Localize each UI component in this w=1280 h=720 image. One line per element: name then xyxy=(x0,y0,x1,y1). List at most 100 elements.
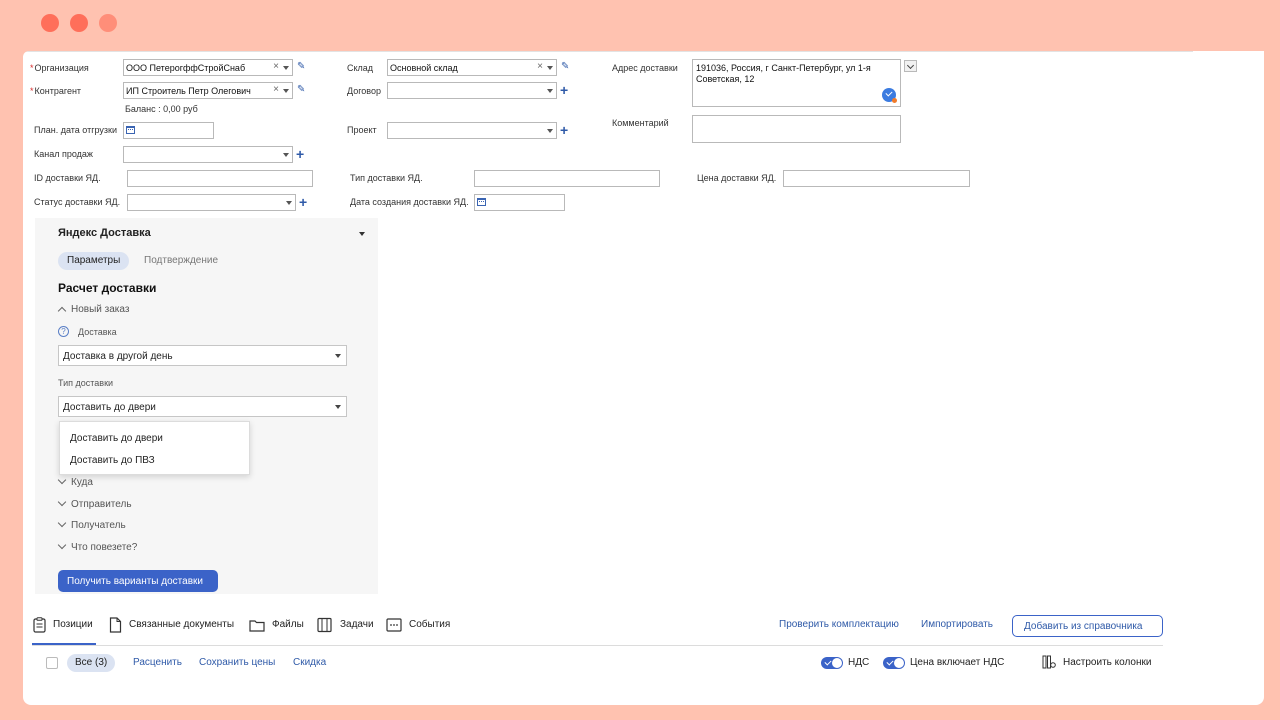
yd-status-select[interactable] xyxy=(127,194,296,211)
collapse-icon[interactable] xyxy=(359,232,365,236)
address-value: 191036, Россия, г Санкт-Петербург, ул 1-… xyxy=(696,63,871,84)
option-door[interactable]: Доставить до двери xyxy=(70,433,163,444)
add-icon[interactable]: + xyxy=(299,195,307,209)
contract-label: Договор xyxy=(347,86,381,96)
chevron-down-icon xyxy=(57,540,67,550)
delivery-select[interactable]: Доставка в другой день xyxy=(58,345,347,366)
sales-channel-select[interactable] xyxy=(123,146,293,163)
section-where[interactable]: Куда xyxy=(57,475,93,488)
select-all-checkbox[interactable] xyxy=(46,657,58,669)
delivery-type-select[interactable]: Доставить до двери xyxy=(58,396,347,417)
add-icon[interactable]: + xyxy=(560,83,568,97)
contract-select[interactable] xyxy=(387,82,557,99)
discount-link[interactable]: Скидка xyxy=(293,657,326,668)
section-sender[interactable]: Отправитель xyxy=(57,497,132,510)
panel-title: Яндекс Доставка xyxy=(58,227,151,239)
tab-files[interactable]: Файлы xyxy=(272,619,304,630)
counterparty-value: ИП Строитель Петр Олегович xyxy=(126,86,251,96)
warehouse-select[interactable]: Основной склад × xyxy=(387,59,557,76)
yd-price-input[interactable] xyxy=(783,170,970,187)
counterparty-label: Контрагент xyxy=(30,86,82,96)
yd-id-input[interactable] xyxy=(127,170,313,187)
tab-tasks[interactable]: Задачи xyxy=(340,619,374,630)
yd-type-input[interactable] xyxy=(474,170,660,187)
clear-icon[interactable]: × xyxy=(273,61,279,72)
clipboard-icon xyxy=(33,617,46,633)
edit-icon[interactable]: ✎ xyxy=(561,61,569,72)
project-label: Проект xyxy=(347,125,377,135)
calendar-icon[interactable] xyxy=(126,126,135,134)
chevron-down-icon xyxy=(906,61,915,70)
delivery-type-value: Доставить до двери xyxy=(63,402,156,413)
divider xyxy=(32,645,1163,646)
save-prices-link[interactable]: Сохранить цены xyxy=(199,657,275,668)
tab-related-documents[interactable]: Связанные документы xyxy=(129,619,234,630)
clear-icon[interactable]: × xyxy=(537,61,543,72)
chevron-down-icon[interactable] xyxy=(547,66,553,70)
section-label: Куда xyxy=(71,477,93,488)
window-maximize-dot[interactable] xyxy=(99,14,117,32)
section-recipient[interactable]: Получатель xyxy=(57,518,126,531)
address-textarea[interactable]: 191036, Россия, г Санкт-Петербург, ул 1-… xyxy=(692,59,901,107)
clear-icon[interactable]: × xyxy=(273,84,279,95)
chevron-down-icon[interactable] xyxy=(547,129,553,133)
check-completeness-link[interactable]: Проверить комплектацию xyxy=(779,619,899,630)
add-icon[interactable]: + xyxy=(560,123,568,137)
delivery-value: Доставка в другой день xyxy=(63,351,173,362)
organization-label: Организация xyxy=(30,63,89,73)
import-link[interactable]: Импортировать xyxy=(921,619,993,630)
calc-title: Расчет доставки xyxy=(58,281,157,295)
new-order-section[interactable]: Новый заказ xyxy=(57,304,129,316)
balance-text: Баланс : 0,00 руб xyxy=(125,104,198,114)
address-dropdown-button[interactable] xyxy=(904,60,917,72)
help-icon[interactable]: ? xyxy=(58,326,69,337)
price-link[interactable]: Расценить xyxy=(133,657,182,668)
warehouse-label: Склад xyxy=(347,63,374,73)
section-label: Что повезете? xyxy=(71,542,138,553)
columns-settings-button[interactable]: Настроить колонки xyxy=(1063,657,1151,668)
chevron-down-icon[interactable] xyxy=(283,153,289,157)
yd-created-label: Дата создания доставки ЯД. xyxy=(350,197,469,207)
price-incl-vat-toggle[interactable] xyxy=(883,657,905,669)
tab-events[interactable]: События xyxy=(409,619,450,630)
yandex-delivery-panel: Яндекс Доставка Параметры Подтверждение … xyxy=(35,218,378,594)
organization-value: ООО ПетерогффСтройСнаб xyxy=(126,63,246,73)
vat-label: НДС xyxy=(848,657,870,668)
edit-icon[interactable]: ✎ xyxy=(297,84,305,95)
option-pickup-point[interactable]: Доставить до ПВЗ xyxy=(70,455,155,466)
calendar-icon[interactable] xyxy=(477,198,486,206)
chevron-down-icon[interactable] xyxy=(283,89,289,93)
chevron-down-icon[interactable] xyxy=(286,201,292,205)
sales-channel-label: Канал продаж xyxy=(34,149,93,159)
comment-textarea[interactable] xyxy=(692,115,901,143)
chevron-down-icon[interactable] xyxy=(547,89,553,93)
get-options-button[interactable]: Получить варианты доставки xyxy=(58,570,218,592)
edit-icon[interactable]: ✎ xyxy=(297,61,305,72)
warehouse-value: Основной склад xyxy=(390,63,458,73)
yd-type-label: Тип доставки ЯД. xyxy=(350,173,423,183)
chevron-down-icon xyxy=(57,475,67,485)
section-cargo[interactable]: Что повезете? xyxy=(57,540,138,553)
address-label: Адрес доставки xyxy=(612,63,678,73)
events-icon xyxy=(386,618,402,632)
price-incl-vat-label: Цена включает НДС xyxy=(910,657,1005,668)
add-icon[interactable]: + xyxy=(296,147,304,161)
vat-toggle[interactable] xyxy=(821,657,843,669)
type-label: Тип доставки xyxy=(58,378,114,388)
window-close-dot[interactable] xyxy=(41,14,59,32)
add-from-catalog-button[interactable]: Добавить из справочника xyxy=(1012,615,1163,637)
tab-positions[interactable]: Позиции xyxy=(53,619,93,630)
chevron-down-icon xyxy=(335,405,341,409)
tab-parameters[interactable]: Параметры xyxy=(58,252,130,270)
chevron-down-icon[interactable] xyxy=(283,66,289,70)
tab-confirmation[interactable]: Подтверждение xyxy=(144,255,218,266)
delivery-type-dropdown: Доставить до двери Доставить до ПВЗ xyxy=(59,421,250,475)
project-select[interactable] xyxy=(387,122,557,139)
ship-date-input[interactable] xyxy=(123,122,214,139)
filter-all-pill[interactable]: Все (3) xyxy=(67,654,116,672)
yd-created-input[interactable] xyxy=(474,194,565,211)
counterparty-select[interactable]: ИП Строитель Петр Олегович × xyxy=(123,82,293,99)
organization-select[interactable]: ООО ПетерогффСтройСнаб × xyxy=(123,59,293,76)
delivery-label: Доставка xyxy=(78,327,117,337)
window-minimize-dot[interactable] xyxy=(70,14,88,32)
